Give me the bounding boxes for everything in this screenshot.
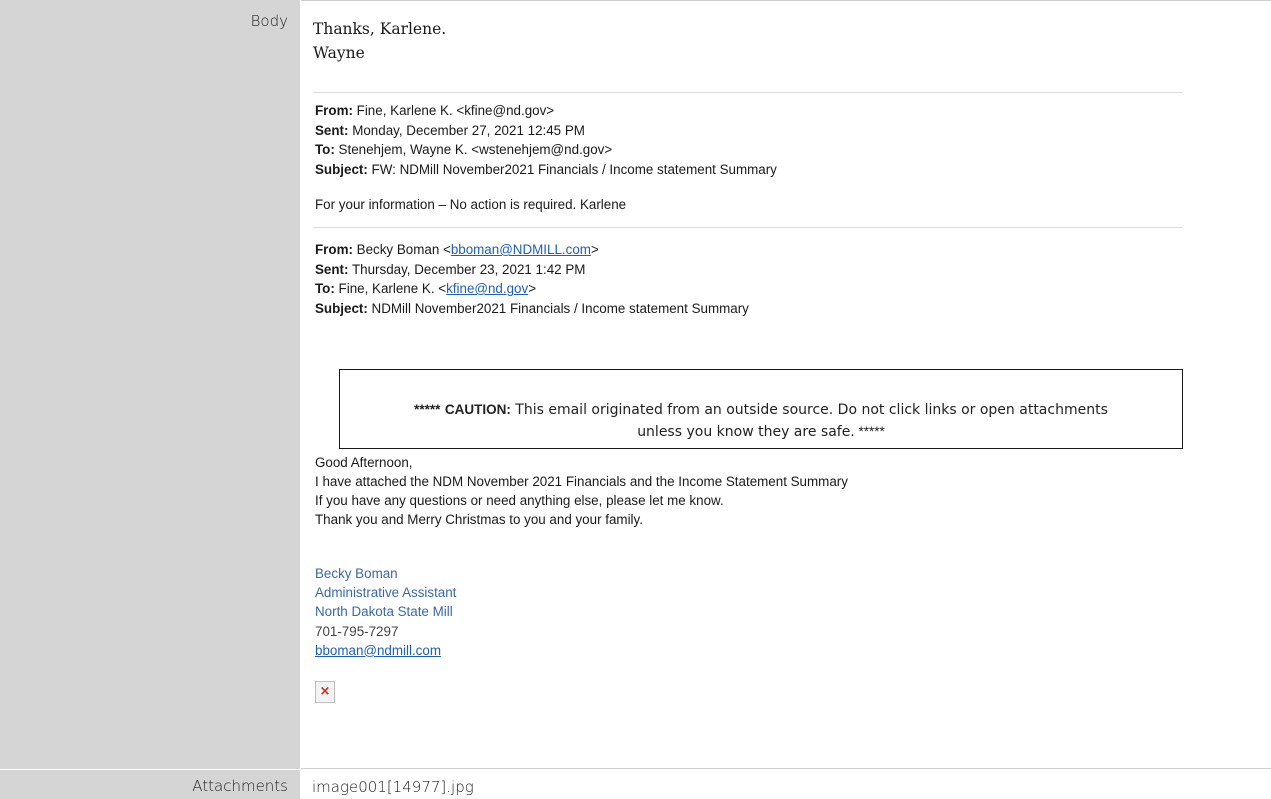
greeting-signoff: Wayne [313,44,365,62]
to-label: To: [315,281,335,296]
caution-text-2: unless you know they are safe. [637,424,855,440]
forward-from-row: From: Fine, Karlene K. <kfine@nd.gov> [315,101,777,121]
caution-line-1: ***** CAUTION: This email originated fro… [340,399,1182,421]
to-name: Fine, Karlene K. < [334,281,447,296]
caution-keyword: CAUTION: [444,402,511,417]
signature-title: Administrative Assistant [315,585,457,601]
forward-sent-row: Sent: Monday, December 27, 2021 12:45 PM [315,121,777,141]
original-from-row: From: Becky Boman <bboman@NDMILL.com> [315,240,749,260]
signature-phone: 701-795-7297 [315,623,399,639]
sent-label: Sent: [315,122,349,138]
attachment-file-link[interactable]: image001[14977].jpg [312,778,474,796]
header-divider [313,92,1183,93]
to-label: To: [315,142,335,157]
header-divider [313,227,1183,228]
reply-greeting: Thanks, Karlene. Wayne [313,17,446,65]
from-email-link[interactable]: bboman@NDMILL.com [451,242,591,257]
attachments-label-cell: Attachments [0,770,300,799]
forward-subject-row: Subject: FW: NDMill November2021 Financi… [315,160,777,180]
message-line: Good Afternoon, [315,455,413,470]
sent-value: Monday, December 27, 2021 12:45 PM [348,122,585,138]
caution-banner: ***** CAUTION: This email originated fro… [339,369,1183,449]
body-label-cell: Body [0,0,300,769]
subject-label: Subject: [315,300,368,316]
from-label: From: [315,103,353,118]
original-subject-row: Subject: NDMill November2021 Financials … [315,299,749,319]
message-line: Thank you and Merry Christmas to you and… [315,512,643,527]
from-value: Fine, Karlene K. <kfine@nd.gov> [352,103,555,118]
to-email-link[interactable]: kfine@nd.gov [446,281,528,296]
caution-line-2: unless you know they are safe. ***** [340,421,1182,443]
message-body: Good Afternoon, I have attached the NDM … [315,453,848,529]
to-close: > [528,281,537,296]
caution-prefix: ***** [414,402,441,417]
subject-value: NDMill November2021 Financials / Income … [367,300,749,316]
broken-image-icon: × [315,681,335,703]
signature-block: Becky Boman Administrative Assistant Nor… [315,564,456,660]
from-label: From: [315,242,353,257]
subject-label: Subject: [315,161,368,177]
original-to-row: To: Fine, Karlene K. <kfine@nd.gov> [315,279,749,299]
forward-header: From: Fine, Karlene K. <kfine@nd.gov> Se… [315,101,777,179]
sent-label: Sent: [315,261,349,277]
forward-to-row: To: Stenehjem, Wayne K. <wstenehjem@nd.g… [315,140,777,160]
original-sent-row: Sent: Thursday, December 23, 2021 1:42 P… [315,260,749,280]
original-header: From: Becky Boman <bboman@NDMILL.com> Se… [315,240,749,318]
from-close: > [590,242,599,257]
body-field-label: Body [250,12,288,30]
to-value: Stenehjem, Wayne K. <wstenehjem@nd.gov> [334,142,613,157]
signature-email-link[interactable]: bboman@ndmill.com [315,641,456,660]
caution-text-1: This email originated from an outside so… [510,402,1108,418]
attachments-field-label: Attachments [192,777,288,795]
greeting-line: Thanks, Karlene. [313,20,447,38]
message-line: If you have any questions or need anythi… [315,493,724,508]
subject-value: FW: NDMill November2021 Financials / Inc… [367,161,777,177]
email-body: Thanks, Karlene. Wayne From: Fine, Karle… [301,0,1271,769]
message-line: I have attached the NDM November 2021 Fi… [315,474,848,489]
sent-value: Thursday, December 23, 2021 1:42 PM [348,261,586,277]
signature-org: North Dakota State Mill [315,604,453,620]
attachments-row: image001[14977].jpg [301,770,1271,799]
forward-note: For your information – No action is requ… [315,197,627,212]
caution-suffix: ***** [854,424,885,439]
from-name: Becky Boman < [352,242,451,257]
signature-name: Becky Boman [315,566,398,581]
